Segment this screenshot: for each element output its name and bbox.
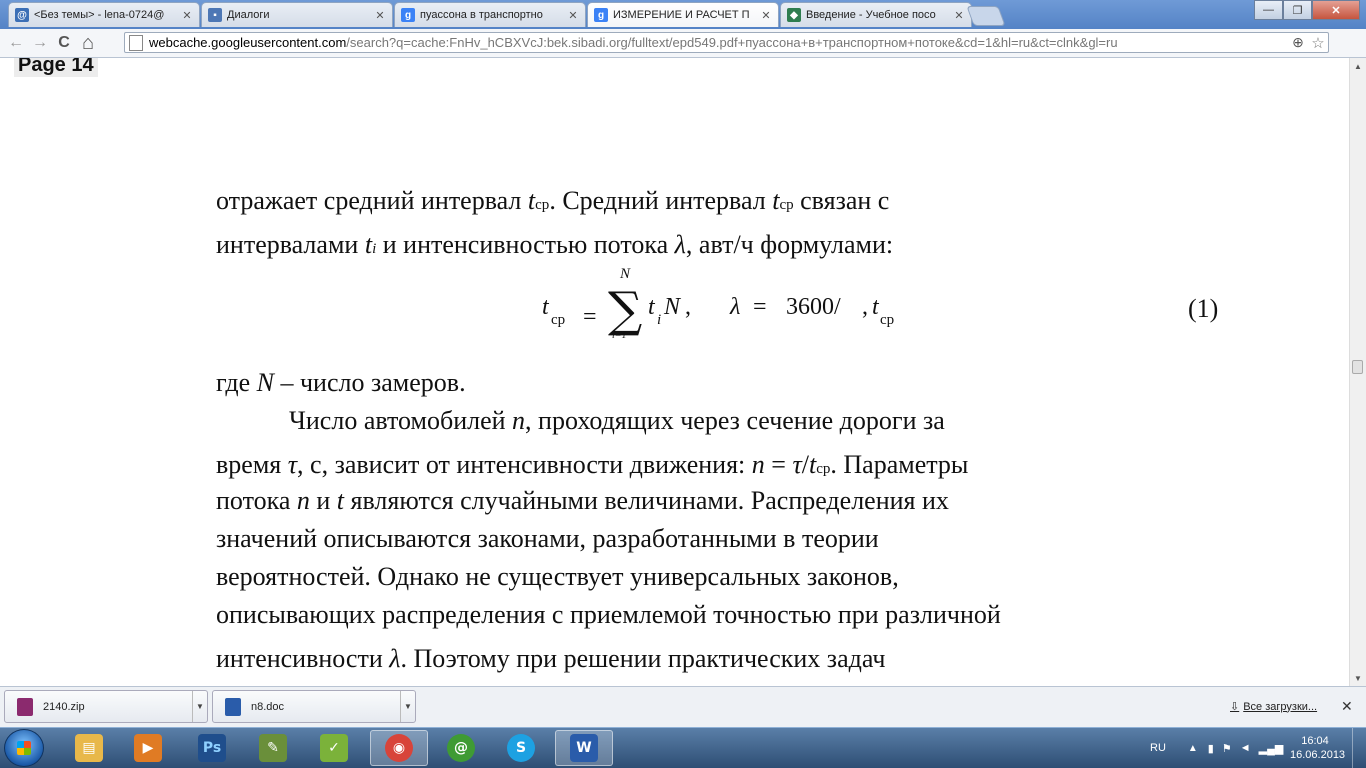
url-path: /search?q=cache:FnHv_hCBXVcJ:bek.sibadi.… bbox=[346, 35, 1118, 50]
tab-title: ИЗМЕРЕНИЕ И РАСЧЕТ П bbox=[613, 9, 750, 21]
paint-icon: ✎ bbox=[259, 734, 287, 762]
text-line-1: отражает средний интервал tср. Средний и… bbox=[216, 186, 890, 215]
text-line-3: где N – число замеров. bbox=[216, 368, 466, 397]
scroll-down-arrow-icon[interactable]: ▼ bbox=[1350, 670, 1366, 686]
address-bar[interactable]: webcache.googleusercontent.com/search?q=… bbox=[124, 32, 1329, 53]
tab-title: <Без темы> - lena-0724@ bbox=[34, 9, 165, 21]
word-icon: W bbox=[570, 734, 598, 762]
system-tray: RU ▲ ▮ ⚑ ◄ ▂▄▆ bbox=[1150, 728, 1283, 768]
text-line-8: вероятностей. Однако не существует униве… bbox=[216, 562, 899, 591]
browser-toolbar: ← → C ⌂ webcache.googleusercontent.com/s… bbox=[0, 29, 1366, 78]
page-content: Page 14 отражает средний интервал tср. С… bbox=[0, 58, 1349, 686]
text-line-9: описывающих распределения с приемлемой т… bbox=[216, 600, 1001, 629]
show-desktop-button[interactable] bbox=[1352, 728, 1366, 768]
tab-introduction[interactable]: ◆ Введение - Учебное посо ✕ bbox=[780, 2, 972, 27]
download-filename: 2140.zip bbox=[43, 700, 85, 713]
text-line-5: время τ, с, зависит от интенсивности дви… bbox=[216, 450, 969, 479]
volume-icon[interactable]: ◄ bbox=[1240, 742, 1251, 754]
chevron-down-icon[interactable]: ▼ bbox=[400, 691, 415, 722]
formula-number: (1) bbox=[1188, 294, 1219, 323]
close-download-bar-button[interactable]: ✕ bbox=[1341, 698, 1353, 715]
mail-agent-icon: @ bbox=[447, 734, 475, 762]
forward-button[interactable]: → bbox=[28, 31, 52, 55]
taskbar: ▤ ▶ Ps ✎ ✓ ◉ @ S W RU ▲ ▮ ⚑ ◄ ▂▄▆ 16:04 … bbox=[0, 727, 1366, 768]
window-controls: — ❐ ✕ bbox=[1254, 0, 1360, 20]
reload-button[interactable]: C bbox=[52, 31, 76, 55]
word-doc-icon bbox=[225, 697, 241, 716]
download-item-zip[interactable]: 2140.zip ▼ bbox=[4, 690, 208, 723]
photoshop-icon: Ps bbox=[198, 734, 226, 762]
tab-title: Введение - Учебное посо bbox=[806, 9, 936, 21]
page-icon bbox=[129, 34, 143, 51]
taskbar-skype[interactable]: S bbox=[494, 730, 548, 766]
download-filename: n8.doc bbox=[251, 700, 285, 713]
start-button[interactable] bbox=[4, 729, 44, 767]
tab-title: Диалоги bbox=[227, 9, 270, 21]
formula-1: t ср = ∑ N i=1 t i N , λ = 3600/ , t ср … bbox=[542, 266, 1219, 341]
signal-icon[interactable]: ▂▄▆ bbox=[1259, 742, 1284, 755]
clock-time: 16:04 bbox=[1301, 735, 1329, 747]
download-arrow-icon: ⇩ bbox=[1230, 701, 1240, 713]
new-tab-button[interactable] bbox=[966, 6, 1006, 26]
tray-expand-icon[interactable]: ▲ bbox=[1188, 743, 1198, 754]
mail-icon: @ bbox=[15, 8, 29, 22]
download-item-doc[interactable]: n8.doc ▼ bbox=[212, 690, 416, 723]
media-player-icon: ▶ bbox=[134, 734, 162, 762]
tab-close-icon[interactable]: ✕ bbox=[181, 9, 193, 22]
taskbar-chrome[interactable]: ◉ bbox=[370, 730, 428, 766]
google-search-icon: g bbox=[594, 8, 608, 22]
chevron-down-icon[interactable]: ▼ bbox=[192, 691, 207, 722]
taskbar-photoshop[interactable]: Ps bbox=[185, 730, 239, 766]
tab-strip: @ <Без темы> - lena-0724@ ✕ ▪ Диалоги ✕ … bbox=[0, 0, 1366, 29]
taskbar-notes[interactable]: ✓ bbox=[307, 730, 361, 766]
text-line-7: значений описываются законами, разработа… bbox=[216, 524, 879, 553]
scroll-thumb[interactable] bbox=[1352, 360, 1363, 374]
tab-close-icon[interactable]: ✕ bbox=[567, 9, 579, 22]
text-line-4: Число автомобилей n, проходящих через се… bbox=[289, 406, 945, 435]
flag-icon[interactable]: ⚑ bbox=[1222, 742, 1232, 755]
download-bar: 2140.zip ▼ n8.doc ▼ ⇩ Все загрузки... ✕ bbox=[0, 686, 1366, 727]
language-indicator[interactable]: RU bbox=[1150, 742, 1166, 754]
text-line-2: интервалами ti и интенсивностью потока λ… bbox=[216, 230, 894, 259]
scroll-up-arrow-icon[interactable]: ▲ bbox=[1350, 58, 1366, 74]
taskbar-mail-agent[interactable]: @ bbox=[434, 730, 488, 766]
page-label: Page 14 bbox=[14, 58, 98, 77]
tab-dialogs[interactable]: ▪ Диалоги ✕ bbox=[201, 2, 393, 27]
notes-icon: ✓ bbox=[320, 734, 348, 762]
close-window-button[interactable]: ✕ bbox=[1312, 0, 1360, 20]
clock-date: 16.06.2013 bbox=[1290, 749, 1346, 761]
tab-close-icon[interactable]: ✕ bbox=[953, 9, 965, 22]
tab-mail[interactable]: @ <Без темы> - lena-0724@ ✕ bbox=[8, 2, 200, 27]
folder-icon: ▤ bbox=[75, 734, 103, 762]
tab-title: пуассона в транспортно bbox=[420, 9, 543, 21]
network-icon[interactable]: ▮ bbox=[1208, 742, 1214, 755]
clock[interactable]: 16:04 16.06.2013 bbox=[1290, 734, 1346, 762]
zoom-icon[interactable]: ⊕ bbox=[1288, 34, 1308, 51]
taskbar-explorer[interactable]: ▤ bbox=[62, 730, 116, 766]
url-text[interactable]: webcache.googleusercontent.com/search?q=… bbox=[149, 35, 1288, 50]
url-host: webcache.googleusercontent.com bbox=[149, 35, 347, 50]
vertical-scrollbar[interactable]: ▲ ▼ bbox=[1349, 58, 1366, 686]
minimize-button[interactable]: — bbox=[1254, 0, 1283, 20]
taskbar-paint[interactable]: ✎ bbox=[246, 730, 300, 766]
bookmark-star-icon[interactable]: ☆ bbox=[1308, 34, 1328, 52]
text-line-6: потока n и t являются случайными величин… bbox=[216, 486, 949, 515]
taskbar-media-player[interactable]: ▶ bbox=[121, 730, 175, 766]
taskbar-word[interactable]: W bbox=[555, 730, 613, 766]
book-icon: ◆ bbox=[787, 8, 801, 22]
text-line-10: интенсивности λ. Поэтому при решении пра… bbox=[216, 644, 886, 673]
maximize-button[interactable]: ❐ bbox=[1283, 0, 1312, 20]
tab-close-icon[interactable]: ✕ bbox=[760, 9, 772, 22]
chrome-icon: ◉ bbox=[385, 734, 413, 762]
tab-active-measurement[interactable]: g ИЗМЕРЕНИЕ И РАСЧЕТ П ✕ bbox=[587, 2, 779, 27]
skype-icon: S bbox=[507, 734, 535, 762]
tab-close-icon[interactable]: ✕ bbox=[374, 9, 386, 22]
google-search-icon: g bbox=[401, 8, 415, 22]
tab-search-poisson[interactable]: g пуассона в транспортно ✕ bbox=[394, 2, 586, 27]
archive-icon bbox=[17, 697, 33, 716]
dialogs-icon: ▪ bbox=[208, 8, 222, 22]
all-downloads-link[interactable]: ⇩ Все загрузки... bbox=[1230, 700, 1317, 714]
back-button[interactable]: ← bbox=[4, 31, 28, 55]
home-button[interactable]: ⌂ bbox=[76, 31, 100, 55]
